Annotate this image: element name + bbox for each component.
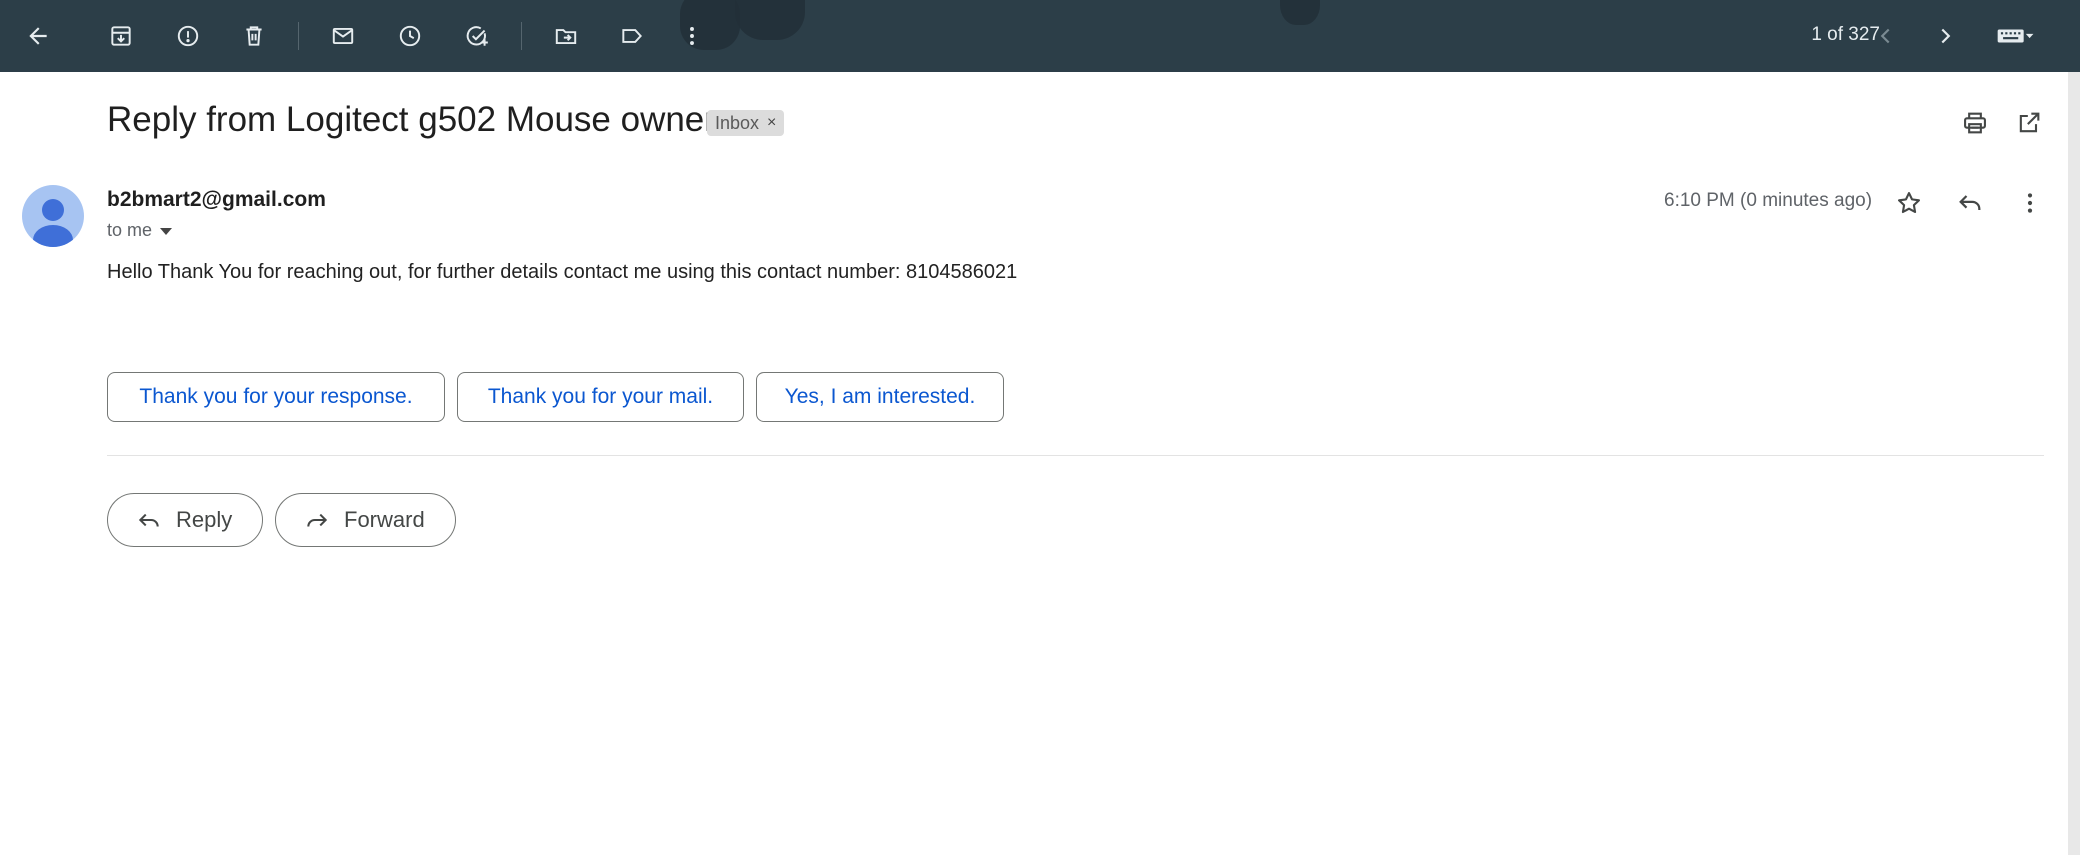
toolbar-divider	[298, 22, 299, 50]
email-subject: Reply from Logitect g502 Mouse owner	[107, 100, 716, 139]
reply-button[interactable]: Reply	[107, 493, 264, 547]
inbox-label-chip[interactable]: Inbox ×	[707, 110, 785, 136]
delete-icon[interactable]	[234, 16, 274, 56]
forward-label: Forward	[344, 507, 425, 532]
open-in-new-window-icon[interactable]	[2011, 105, 2047, 141]
recipient-details[interactable]: to me	[107, 220, 173, 241]
sender-avatar[interactable]	[22, 185, 84, 247]
theme-decoration	[735, 0, 805, 40]
reply-icon	[138, 513, 159, 527]
scrollbar[interactable]	[2068, 72, 2080, 855]
chevron-left-icon[interactable]	[1866, 16, 1906, 56]
divider	[107, 455, 2044, 456]
chevron-down-icon[interactable]	[160, 228, 173, 235]
label-icon[interactable]	[612, 16, 652, 56]
more-vert-icon[interactable]	[672, 16, 712, 56]
mail-icon[interactable]	[323, 16, 363, 56]
forward-icon	[307, 513, 328, 527]
recipient-label: to me	[107, 220, 153, 240]
email-body: Hello Thank You for reaching out, for fu…	[107, 261, 1018, 283]
forward-button[interactable]: Forward	[275, 493, 456, 547]
add-task-icon[interactable]	[457, 16, 497, 56]
clock-icon[interactable]	[390, 16, 430, 56]
reply-icon[interactable]	[1950, 183, 1990, 223]
label-text: Inbox	[715, 112, 760, 133]
keyboard-icon[interactable]	[1985, 16, 2045, 56]
star-icon[interactable]	[1889, 183, 1929, 223]
sender-email[interactable]: b2bmart2@gmail.com	[107, 188, 326, 212]
arrow-back-icon[interactable]	[18, 16, 58, 56]
print-icon[interactable]	[1957, 105, 1993, 141]
move-to-folder-icon[interactable]	[546, 16, 586, 56]
more-vert-icon[interactable]	[2010, 183, 2050, 223]
pagination-count: 1 of 327	[1811, 24, 1880, 45]
smart-reply-response[interactable]: Thank you for your response.	[107, 372, 445, 422]
remove-label-icon[interactable]: ×	[767, 114, 776, 132]
theme-decoration	[1280, 0, 1320, 25]
top-toolbar: 1 of 327	[0, 0, 2080, 72]
email-timestamp: 6:10 PM (0 minutes ago)	[1664, 190, 1873, 211]
smart-reply-mail[interactable]: Thank you for your mail.	[457, 372, 744, 422]
report-spam-icon[interactable]	[168, 16, 208, 56]
archive-icon[interactable]	[101, 16, 141, 56]
reply-label: Reply	[176, 507, 233, 532]
toolbar-divider	[521, 22, 522, 50]
smart-reply-interested[interactable]: Yes, I am interested.	[756, 372, 1004, 422]
chevron-right-icon[interactable]	[1925, 16, 1965, 56]
